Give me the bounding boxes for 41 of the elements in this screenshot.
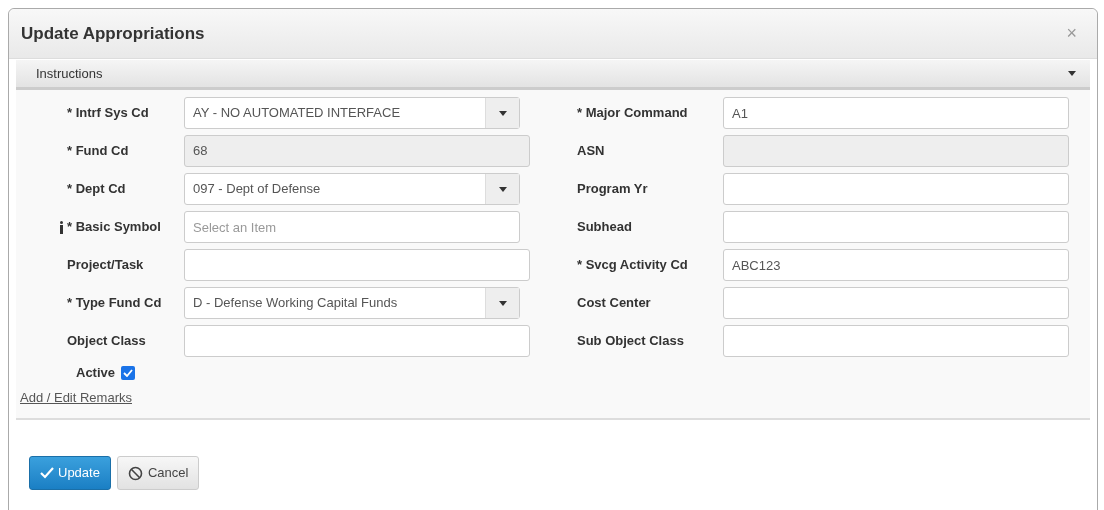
input-field[interactable] [723, 173, 1069, 205]
field-label: * Dept Cd [67, 180, 126, 199]
field-label: * Fund Cd [67, 142, 129, 161]
remarks-link[interactable]: Add / Edit Remarks [20, 388, 132, 408]
check-icon [40, 467, 54, 479]
field-label: * Major Command [576, 104, 689, 123]
info-icon[interactable] [59, 220, 64, 234]
select-field[interactable]: AY - NO AUTOMATED INTERFACE [184, 97, 520, 129]
prohibited-icon [127, 465, 143, 481]
update-button[interactable]: Update [29, 456, 111, 490]
field-label: * Intrf Sys Cd [67, 104, 149, 123]
field-label: * Svcg Activity Cd [576, 256, 689, 275]
field-label: Active [76, 364, 116, 383]
field-label: Sub Object Class [576, 332, 685, 351]
field-label: Object Class [67, 332, 146, 351]
input-field: 68 [184, 135, 530, 167]
input-field[interactable] [723, 287, 1069, 319]
caret-icon [498, 110, 507, 116]
field-label: ASN [576, 142, 606, 161]
caret-icon [1068, 71, 1076, 76]
input-field[interactable]: Select an Item [184, 211, 520, 243]
field-label: Cost Center [576, 294, 652, 313]
input-field[interactable]: ABC123 [723, 249, 1069, 281]
select-field[interactable]: 097 - Dept of Defense [184, 173, 520, 205]
checkbox[interactable] [121, 366, 136, 380]
caret-icon [498, 300, 507, 306]
field-label: Subhead [576, 218, 633, 237]
input-field[interactable] [723, 211, 1069, 243]
input-field[interactable] [184, 325, 530, 357]
field-label: * Basic Symbol [67, 218, 161, 237]
field-label: * Type Fund Cd [67, 294, 162, 313]
instructions-bar[interactable]: Instructions [16, 60, 1090, 90]
field-label: Project/Task [67, 256, 144, 275]
dialog-title: Update Appropriations [21, 22, 205, 45]
input-field[interactable]: A1 [723, 97, 1069, 129]
input-field[interactable] [184, 249, 530, 281]
caret-icon [498, 186, 507, 192]
field-label: Program Yr [576, 180, 649, 199]
input-field[interactable] [723, 325, 1069, 357]
select-field[interactable]: D - Defense Working Capital Funds [184, 287, 520, 319]
cancel-button[interactable]: Cancel [116, 456, 200, 490]
